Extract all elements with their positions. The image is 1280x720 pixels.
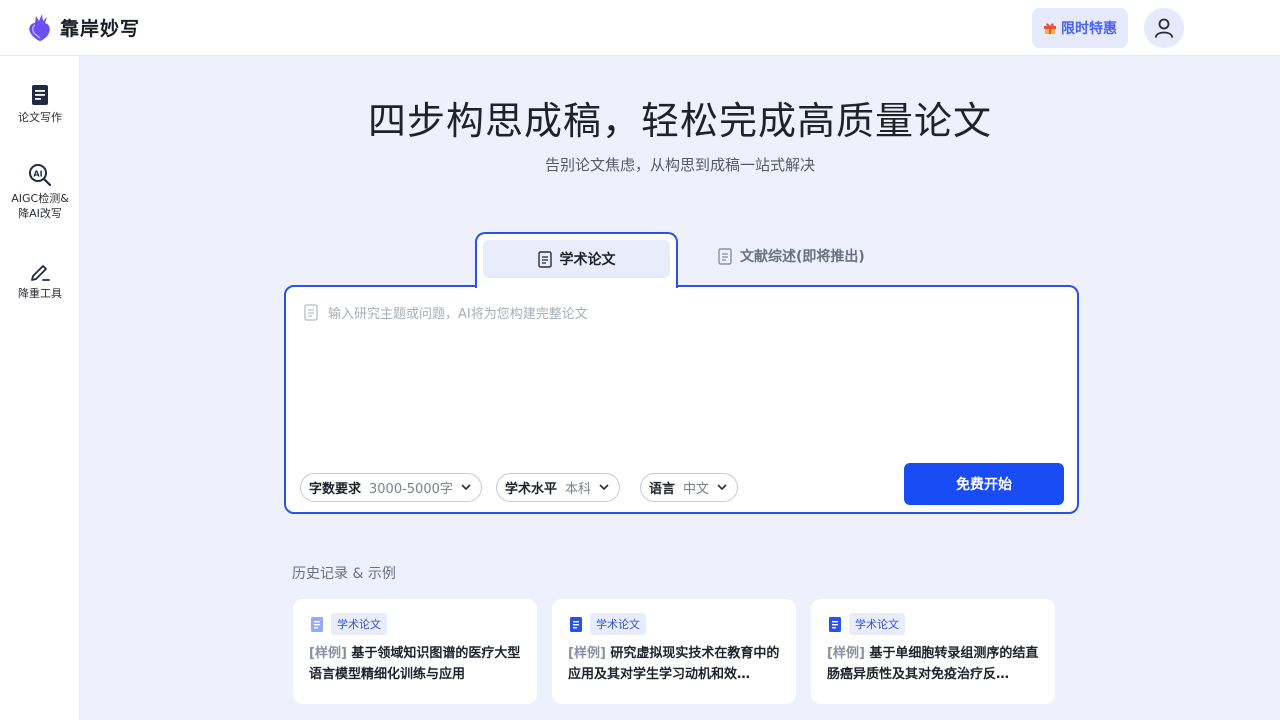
user-avatar[interactable] — [1144, 8, 1184, 48]
card-tag-row: 学术论文 — [829, 613, 905, 635]
top-header: 靠岸妙写 限时特惠 — [0, 0, 1280, 56]
document-icon — [829, 616, 841, 632]
card-title: [样例] 研究虚拟现实技术在教育中的应用及其对学生学习动机和效… — [568, 646, 780, 682]
chevron-down-icon — [599, 484, 609, 491]
sidebar-item-aigc-detect[interactable]: AI AIGC检测& 降AI改写 — [0, 163, 80, 221]
card-tag-row: 学术论文 — [311, 613, 387, 635]
sidebar: 论文写作 AI AIGC检测& 降AI改写 降重工具 — [0, 56, 80, 720]
sidebar-item-label: AIGC检测& 降AI改写 — [11, 192, 69, 220]
topic-input-placeholder: 输入研究主题或问题，AI将为您构建完整论文 — [328, 307, 588, 322]
tab-academic-paper[interactable]: 学术论文 — [475, 232, 678, 288]
pen-icon — [31, 265, 50, 281]
academic-level-key: 学术水平 — [505, 482, 558, 497]
sidebar-item-rewrite-tool[interactable]: 降重工具 — [0, 260, 80, 301]
tab-connector — [477, 283, 676, 288]
brand-name: 靠岸妙写 — [60, 17, 141, 40]
card-tag: 学术论文 — [331, 613, 387, 635]
chevron-down-icon — [717, 484, 727, 491]
heart-logo-icon — [29, 14, 50, 41]
word-count-value: 3000-5000字 — [369, 482, 453, 497]
tab-label: 文献综述(即将推出) — [740, 249, 865, 265]
document-outline-icon — [537, 250, 552, 268]
language-select[interactable]: 语言 中文 — [640, 473, 739, 502]
gift-icon — [1044, 23, 1056, 34]
card-tag-row: 学术论文 — [570, 613, 646, 635]
academic-level-select[interactable]: 学术水平 本科 — [496, 473, 621, 502]
promo-label: 限时特惠 — [1061, 21, 1117, 37]
card-tag: 学术论文 — [590, 613, 646, 635]
ai-search-icon: AI — [29, 164, 52, 187]
user-icon — [1155, 18, 1173, 38]
page-title: 四步构思成稿，轻松完成高质量论文 — [367, 99, 992, 143]
document-outline-icon — [304, 304, 318, 321]
topic-editor[interactable]: 输入研究主题或问题，AI将为您构建完整论文 字数要求 3000-5000字 学术… — [284, 285, 1079, 514]
academic-level-value: 本科 — [565, 482, 592, 497]
page-subtitle: 告别论文焦虑，从构思到成稿一站式解决 — [544, 156, 815, 174]
language-value: 中文 — [683, 482, 710, 497]
card-title: [样例] 基于单细胞转录组测序的结直肠癌异质性及其对免疫治疗反… — [827, 646, 1039, 682]
start-free-button[interactable]: 免费开始 — [904, 463, 1064, 505]
history-card[interactable]: 学术论文 [样例] 基于单细胞转录组测序的结直肠癌异质性及其对免疫治疗反… — [811, 599, 1055, 704]
sidebar-item-paper-writing[interactable]: 论文写作 — [0, 84, 80, 125]
tab-label: 学术论文 — [559, 252, 616, 268]
promo-button[interactable]: 限时特惠 — [1032, 8, 1128, 48]
topic-input[interactable]: 输入研究主题或问题，AI将为您构建完整论文 — [304, 303, 588, 322]
brand-logo[interactable]: 靠岸妙写 — [28, 12, 140, 42]
card-title: [样例] 基于领域知识图谱的医疗大型语言模型精细化训练与应用 — [309, 646, 521, 682]
sidebar-item-label: 论文写作 — [18, 111, 62, 124]
history-title: 历史记录 & 示例 — [292, 566, 396, 582]
card-tag: 学术论文 — [849, 613, 905, 635]
chevron-down-icon — [461, 484, 471, 491]
tab-literature-review[interactable]: 文献综述(即将推出) — [718, 240, 898, 272]
svg-text:AI: AI — [33, 170, 42, 179]
sidebar-item-label: 降重工具 — [18, 287, 62, 300]
document-icon — [311, 616, 323, 632]
word-count-select[interactable]: 字数要求 3000-5000字 — [300, 473, 482, 502]
history-card[interactable]: 学术论文 [样例] 研究虚拟现实技术在教育中的应用及其对学生学习动机和效… — [552, 599, 796, 704]
tab-academic-paper-inner: 学术论文 — [483, 240, 670, 278]
document-icon — [32, 85, 48, 105]
word-count-key: 字数要求 — [309, 482, 362, 497]
document-outline-icon — [718, 247, 732, 265]
history-card[interactable]: 学术论文 [样例] 基于领域知识图谱的医疗大型语言模型精细化训练与应用 — [293, 599, 537, 704]
language-key: 语言 — [649, 482, 676, 497]
document-icon — [570, 616, 582, 632]
